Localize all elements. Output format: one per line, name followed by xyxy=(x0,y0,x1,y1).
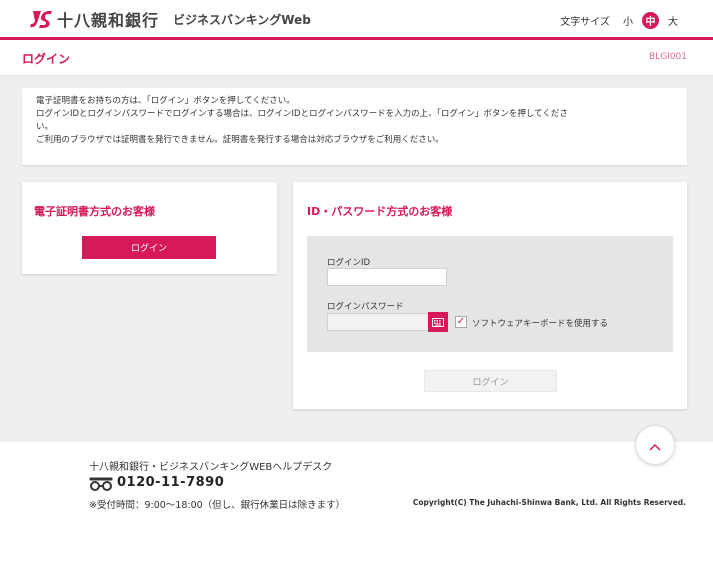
service-name: ビジネスバンキングWeb xyxy=(173,12,311,27)
js-logo-icon xyxy=(27,9,53,29)
software-keyboard-label[interactable]: ソフトウェアキーボードを使用する xyxy=(472,317,608,329)
font-size-label: 文字サイズ xyxy=(560,17,610,28)
header: 十八親和銀行 ビジネスバンキングWeb 文字サイズ 小 中 大 xyxy=(0,0,713,37)
notice-box: 電子証明書をお持ちの方は、「ログイン」ボタンを押してください。 ログインIDとロ… xyxy=(22,88,687,165)
copyright: Copyright(C) The Juhachi-Shinwa Bank, Lt… xyxy=(412,498,686,507)
title-bar: ログイン BLGI001 xyxy=(0,40,713,76)
bank-logo[interactable]: 十八親和銀行 ビジネスバンキングWeb xyxy=(27,7,311,31)
helpdesk-phone: 0120-11-7890 xyxy=(117,475,225,490)
id-card-title: ID・パスワード方式のお客様 xyxy=(307,205,453,218)
footer: 十八親和銀行・ビジネスバンキングWEBヘルプデスク 0120-11-7890 ※… xyxy=(0,442,713,568)
software-keyboard-checkbox[interactable]: ✓ xyxy=(455,316,467,328)
chevron-up-icon xyxy=(649,436,661,455)
login-password-label: ログインパスワード xyxy=(327,302,404,312)
freedial-icon xyxy=(89,476,113,491)
bank-name: 十八親和銀行 xyxy=(57,11,160,30)
font-size-large[interactable]: 大 xyxy=(668,13,678,28)
helpdesk-hours: ※受付時間：9:00～18:00（但し、銀行休業日は除きます） xyxy=(89,500,346,511)
id-login-button[interactable]: ログイン xyxy=(424,370,557,392)
certificate-login-card: 電子証明書方式のお客様 ログイン xyxy=(22,182,277,274)
notice-line: 電子証明書をお持ちの方は、「ログイン」ボタンを押してください。 xyxy=(36,96,295,106)
font-size-switcher: 文字サイズ 小 中 大 xyxy=(560,12,683,29)
phone-row: 0120-11-7890 xyxy=(89,475,225,491)
main-content: 電子証明書をお持ちの方は、「ログイン」ボタンを押してください。 ログインIDとロ… xyxy=(0,76,713,442)
font-size-medium[interactable]: 中 xyxy=(642,12,659,29)
login-id-label: ログインID xyxy=(327,258,371,268)
page-title: ログイン xyxy=(22,52,71,66)
login-password-input[interactable] xyxy=(327,313,429,331)
login-form-panel: ログインID ログインパスワード ✓ ソフトウェアキーボードを使用する xyxy=(307,236,673,352)
scroll-to-top-button[interactable] xyxy=(636,426,674,464)
id-password-login-card: ID・パスワード方式のお客様 ログインID ログインパスワード ✓ ソフトウェア… xyxy=(293,182,687,409)
certificate-card-title: 電子証明書方式のお客様 xyxy=(34,205,155,218)
notice-line: ログインIDとログインパスワードでログインする場合は、ログインIDとログインパス… xyxy=(36,109,568,119)
notice-line: ご利用のブラウザでは証明書を発行できません。証明書を発行する場合は対応ブラウザを… xyxy=(36,135,444,145)
screen-id: BLGI001 xyxy=(649,52,687,62)
login-id-input[interactable] xyxy=(327,268,447,286)
font-size-small[interactable]: 小 xyxy=(623,13,633,28)
notice-line: い。 xyxy=(36,122,54,132)
keyboard-icon[interactable] xyxy=(428,312,448,332)
helpdesk-title: 十八親和銀行・ビジネスバンキングWEBヘルプデスク xyxy=(89,462,333,473)
certificate-login-button[interactable]: ログイン xyxy=(82,236,216,259)
